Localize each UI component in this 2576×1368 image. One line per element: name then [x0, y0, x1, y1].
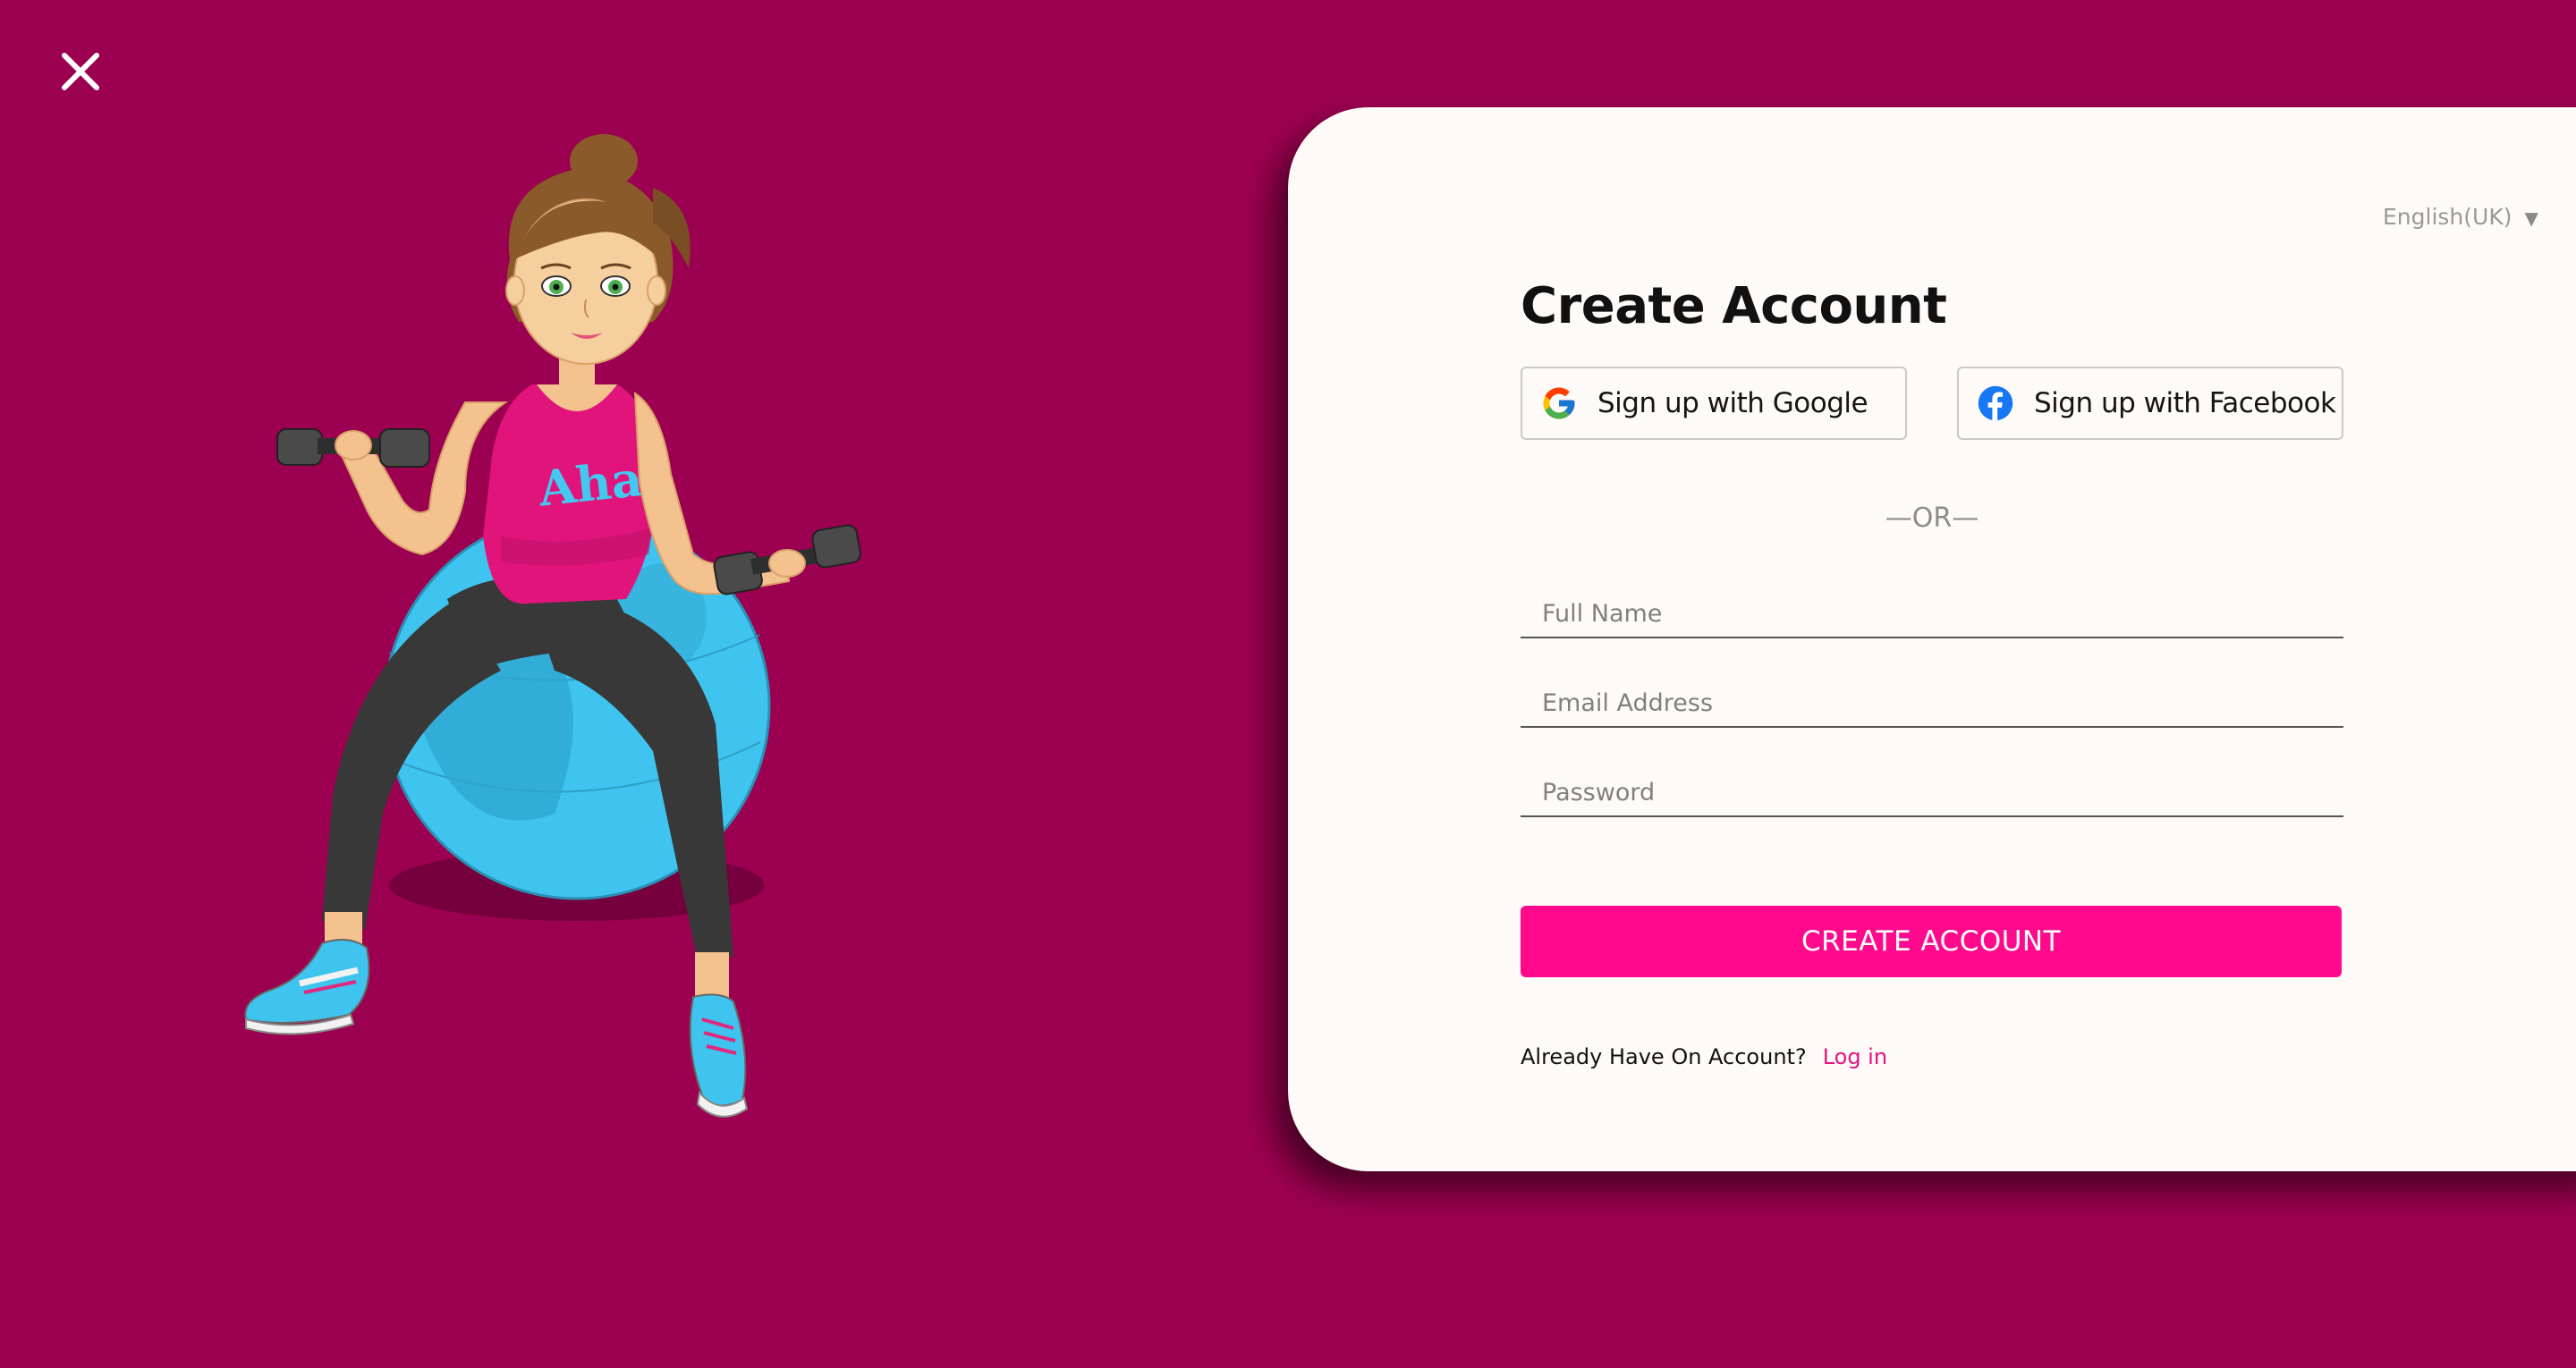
email-input[interactable]: [1521, 680, 2343, 726]
password-field[interactable]: [1521, 769, 2343, 817]
or-divider: —OR—: [1885, 502, 1979, 534]
full-name-input[interactable]: [1521, 590, 2343, 637]
close-button[interactable]: [55, 46, 106, 97]
email-field[interactable]: [1521, 680, 2343, 728]
facebook-icon: [1978, 385, 2013, 421]
google-icon: [1543, 387, 1575, 419]
google-signup-label: Sign up with Google: [1597, 387, 1868, 419]
create-account-button[interactable]: CREATE ACCOUNT: [1521, 906, 2342, 977]
signup-screen: Aha! English(UK) ▼ Create Account Sign u…: [0, 0, 2576, 1368]
language-selector[interactable]: English(UK) ▼: [2383, 204, 2538, 230]
dropdown-arrow-icon: ▼: [2524, 207, 2538, 229]
left-arm: [276, 401, 509, 556]
password-input[interactable]: [1521, 769, 2343, 815]
signup-card: [1288, 107, 2576, 1171]
page-title: Create Account: [1521, 277, 1947, 335]
facebook-signup-button[interactable]: Sign up with Facebook: [1957, 367, 2343, 440]
language-label: English(UK): [2383, 204, 2512, 230]
google-signup-button[interactable]: Sign up with Google: [1521, 367, 1907, 440]
login-prompt-row: Already Have On Account? Log in: [1521, 1044, 1887, 1069]
full-name-field[interactable]: [1521, 590, 2343, 638]
right-arm: [633, 392, 861, 595]
login-prompt-text: Already Have On Account?: [1521, 1044, 1807, 1069]
facebook-signup-label: Sign up with Facebook: [2034, 387, 2336, 419]
head: [505, 134, 691, 365]
fitness-woman-illustration: Aha!: [244, 134, 861, 1118]
login-link[interactable]: Log in: [1823, 1044, 1887, 1069]
close-icon: [62, 53, 99, 90]
sneakers: [244, 939, 749, 1118]
